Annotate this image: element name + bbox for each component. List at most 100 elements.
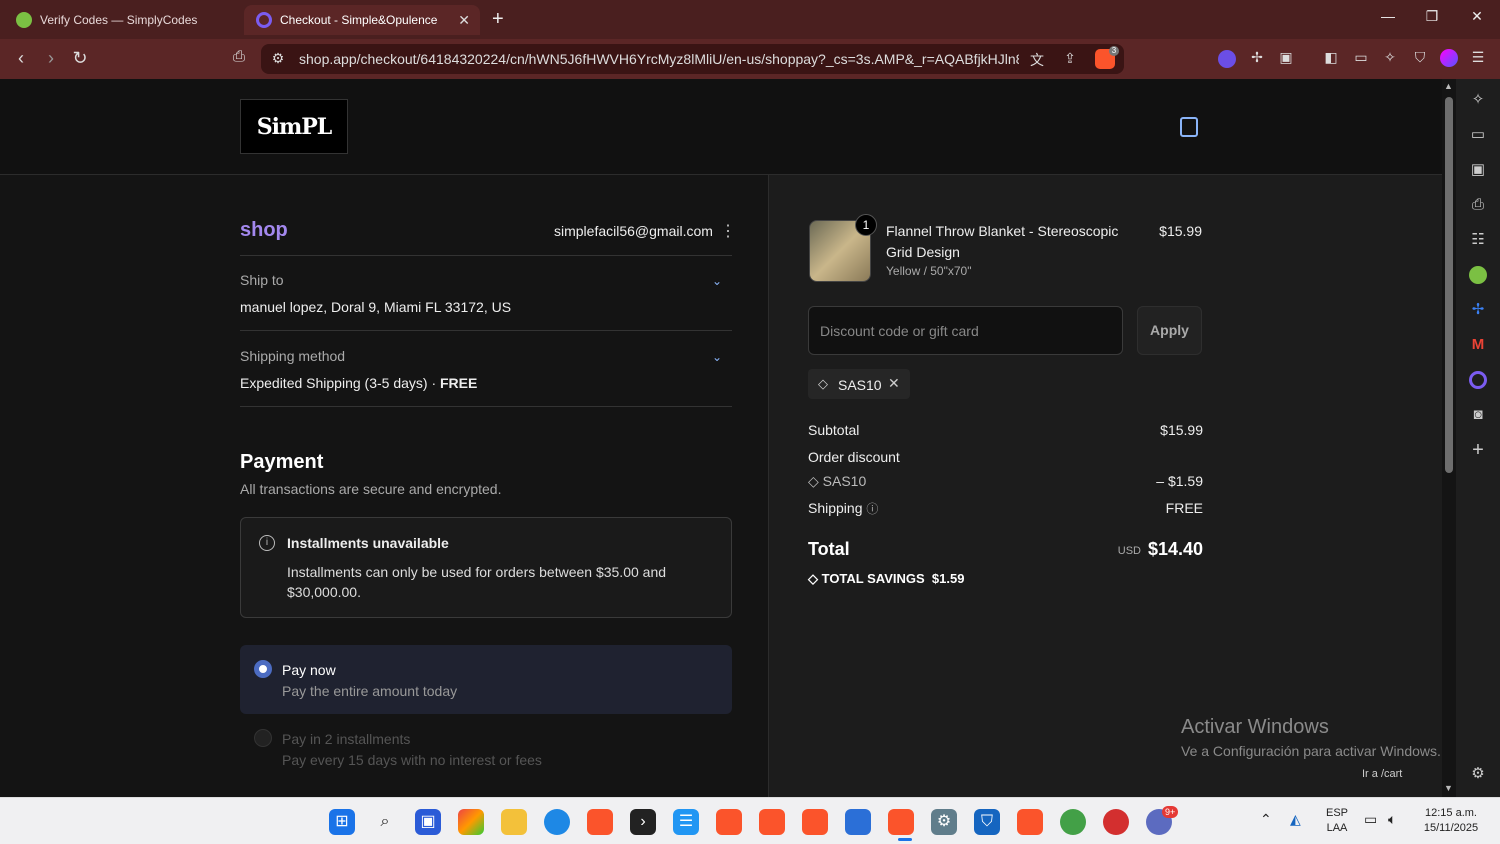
- store-logo[interactable]: SimPL: [240, 99, 348, 154]
- scrollbar-thumb[interactable]: [1445, 97, 1453, 473]
- shipping-value: FREE: [1165, 500, 1203, 516]
- total-row: Total USD $14.40: [808, 539, 1203, 560]
- brave-icon[interactable]: [802, 809, 828, 835]
- currency-code: USD: [1117, 545, 1141, 557]
- divider: [240, 406, 732, 407]
- leo-ai-icon[interactable]: ✧: [1469, 91, 1487, 109]
- clock[interactable]: 12:15 a.m. 15/11/2025: [1416, 806, 1486, 836]
- translate-icon[interactable]: 文: [1028, 50, 1046, 68]
- bookmark-icon[interactable]: ⎙: [228, 48, 250, 65]
- minimize-button[interactable]: —: [1378, 8, 1398, 24]
- applied-code: SAS10: [838, 377, 882, 393]
- leo-ai-icon[interactable]: ✧: [1381, 49, 1399, 67]
- brave-active-icon[interactable]: [888, 809, 914, 835]
- menu-icon[interactable]: ☰: [1469, 49, 1487, 67]
- terminal-icon[interactable]: ›: [630, 809, 656, 835]
- help-icon[interactable]: ⓘ: [866, 502, 878, 516]
- new-tab-button[interactable]: +: [492, 8, 504, 31]
- file-explorer-icon[interactable]: [501, 809, 527, 835]
- store-icon[interactable]: ▣: [415, 809, 441, 835]
- gear-icon[interactable]: ⚙: [1469, 765, 1487, 783]
- chatgpt-icon[interactable]: ◙: [1469, 406, 1487, 424]
- ship-to-label: Ship to: [240, 272, 284, 288]
- search-icon[interactable]: ⌕: [372, 809, 398, 835]
- settings-icon[interactable]: ⚙: [931, 809, 957, 835]
- language-indicator[interactable]: ESP LAA: [1322, 806, 1352, 836]
- savings-label: TOTAL SAVINGS: [821, 571, 925, 586]
- active-indicator: [898, 838, 912, 841]
- simplycodes-icon[interactable]: [1469, 266, 1487, 284]
- notepad-icon[interactable]: ☰: [673, 809, 699, 835]
- order-discount-row: Order discount: [808, 449, 1203, 465]
- close-window-button[interactable]: ✕: [1467, 8, 1487, 25]
- pay-now-option[interactable]: Pay now Pay the entire amount today: [240, 645, 732, 714]
- puzzle-icon[interactable]: ✢: [1469, 301, 1487, 319]
- discount-code-input[interactable]: Discount code or gift card: [808, 306, 1123, 355]
- order-discount-label: Order discount: [808, 449, 900, 465]
- app-icon[interactable]: [1103, 809, 1129, 835]
- subtotal-label: Subtotal: [808, 422, 860, 438]
- reload-button[interactable]: ↻: [69, 48, 91, 69]
- vpn-icon[interactable]: ⛉: [1411, 49, 1429, 67]
- order-summary: 1 Flannel Throw Blanket - Stereoscopic G…: [768, 175, 1442, 797]
- cart-bag-icon[interactable]: [1180, 117, 1198, 137]
- edge-icon[interactable]: [544, 809, 570, 835]
- shipping-method-value: Expedited Shipping (3-5 days) · FREE: [240, 375, 477, 391]
- volume-icon[interactable]: 🔈︎: [1388, 812, 1396, 827]
- brave-icon[interactable]: [716, 809, 742, 835]
- shield-icon[interactable]: ⛉: [974, 809, 1000, 835]
- remove-discount-icon[interactable]: ✕: [888, 375, 900, 392]
- page-scrollbar[interactable]: ▲ ▼: [1442, 79, 1456, 797]
- reading-list-icon[interactable]: ☷: [1469, 231, 1487, 249]
- wallet-icon[interactable]: ▭: [1352, 49, 1370, 67]
- windows-taskbar: ⊞ ⌕ ▣ › ☰ ⚙ ⛉ 9+ ⌃ ◭ ESP LAA ▭ 🔈︎ 12:15 …: [0, 797, 1500, 844]
- pay-installments-radio[interactable]: [254, 729, 272, 747]
- network-icon[interactable]: ▭: [1364, 812, 1377, 827]
- payment-subtitle: All transactions are secure and encrypte…: [240, 481, 502, 497]
- scroll-down-icon[interactable]: ▼: [1444, 783, 1453, 793]
- scroll-up-icon[interactable]: ▲: [1444, 81, 1453, 91]
- activate-title: Activar Windows: [1181, 716, 1329, 738]
- site-settings-icon[interactable]: ⚙: [269, 50, 287, 68]
- pay-installments-subtitle: Pay every 15 days with no interest or fe…: [282, 752, 542, 768]
- bookmarks-icon[interactable]: ⎙: [1469, 196, 1487, 214]
- add-panel-icon[interactable]: +: [1469, 440, 1487, 460]
- tab-checkout[interactable]: Checkout - Simple&Opulence ✕: [244, 5, 480, 35]
- brave-icon[interactable]: [759, 809, 785, 835]
- close-tab-icon[interactable]: ✕: [458, 12, 470, 29]
- page-content: SimPL shop simplefacil56@gmail.com ⋮ Shi…: [0, 79, 1442, 797]
- apply-button[interactable]: Apply: [1137, 306, 1202, 355]
- gmail-icon[interactable]: M: [1469, 336, 1487, 354]
- pay-now-radio[interactable]: [254, 660, 272, 678]
- share-icon[interactable]: ⇪: [1061, 50, 1079, 68]
- address-bar[interactable]: ⚙ shop.app/checkout/64184320224/cn/hWN5J…: [261, 44, 1124, 74]
- wallet-icon[interactable]: ▣: [1469, 161, 1487, 179]
- xbox-icon[interactable]: [1060, 809, 1086, 835]
- chevron-down-icon[interactable]: ⌄: [712, 350, 722, 364]
- pay-installments-title[interactable]: Pay in 2 installments: [282, 731, 410, 747]
- account-menu-icon[interactable]: ⋮: [720, 221, 736, 241]
- office-icon[interactable]: [458, 809, 484, 835]
- brave-icon[interactable]: [587, 809, 613, 835]
- shields-count-badge: 3: [1109, 46, 1119, 56]
- extension-icon[interactable]: [1218, 50, 1236, 68]
- forward-button[interactable]: ›: [40, 48, 62, 69]
- profile-icon[interactable]: [1440, 49, 1458, 67]
- subtotal-row: Subtotal $15.99: [808, 422, 1203, 438]
- vpn-app-icon[interactable]: [845, 809, 871, 835]
- brave-icon[interactable]: [1017, 809, 1043, 835]
- start-icon[interactable]: ⊞: [329, 809, 355, 835]
- maximize-button[interactable]: ❐: [1422, 8, 1442, 25]
- tab-simplycodes[interactable]: Verify Codes — SimplyCodes: [4, 5, 240, 35]
- extensions-puzzle-icon[interactable]: ✢: [1248, 49, 1266, 67]
- talk-icon[interactable]: ▭: [1469, 126, 1487, 144]
- vpn-tray-icon[interactable]: ◭: [1290, 812, 1301, 827]
- sidebar-toggle-icon[interactable]: ◧: [1322, 49, 1340, 67]
- shop-icon[interactable]: [1469, 371, 1487, 389]
- reader-icon[interactable]: ▣: [1277, 49, 1295, 67]
- chevron-down-icon[interactable]: ⌄: [712, 274, 722, 288]
- windows-activation-watermark: Activar Windows Ve a Configuración para …: [1181, 716, 1441, 759]
- url-text[interactable]: shop.app/checkout/64184320224/cn/hWN5J6f…: [299, 51, 1019, 67]
- chevron-up-icon[interactable]: ⌃: [1260, 812, 1272, 827]
- back-button[interactable]: ‹: [10, 48, 32, 69]
